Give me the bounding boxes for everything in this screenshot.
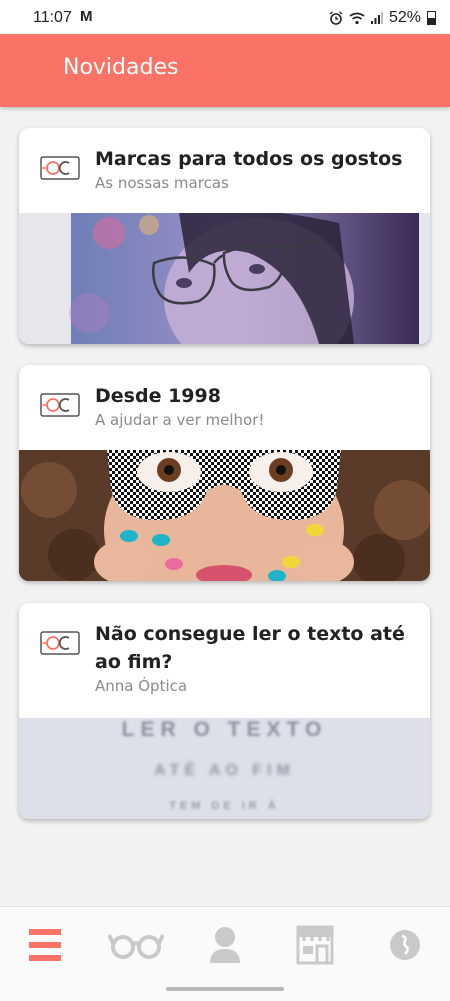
optica-logo-icon — [40, 393, 80, 417]
nav-glasses[interactable] — [107, 923, 165, 967]
card-title: Desde 1998 — [95, 385, 221, 407]
profile-icon — [210, 927, 240, 963]
optica-logo-icon — [40, 156, 80, 180]
card-title: Não consegue ler o texto até ao fim? — [95, 623, 405, 673]
card-title: Marcas para todos os gostos — [95, 148, 403, 170]
card-subtitle: A ajudar a ver melhor! — [95, 411, 265, 429]
nav-store[interactable] — [290, 923, 340, 967]
mail-icon: M — [80, 8, 93, 25]
store-icon — [296, 925, 334, 965]
info-icon — [390, 930, 420, 960]
home-indicator — [166, 987, 284, 991]
battery-icon — [427, 11, 436, 25]
status-icons: 52% — [329, 9, 436, 27]
signal-icon — [370, 12, 383, 24]
checkered-glasses-image — [19, 450, 430, 581]
app-bar: Novidades — [0, 34, 450, 107]
news-card[interactable]: Desde 1998 A ajudar a ver melhor! — [19, 365, 430, 581]
status-time: 11:07 — [33, 9, 72, 26]
image-text-line: TEM DE IR À — [169, 800, 280, 812]
card-subtitle: As nossas marcas — [95, 174, 229, 192]
optica-logo-icon — [40, 631, 80, 655]
woman-with-glasses-image — [19, 213, 430, 344]
image-text-line: ATÉ AO FIM — [154, 762, 295, 779]
image-text-line: LER O TEXTO — [121, 718, 328, 741]
nav-info[interactable] — [380, 923, 430, 967]
menu-icon — [29, 929, 61, 961]
nav-menu[interactable] — [20, 923, 70, 967]
wifi-icon — [349, 12, 365, 24]
status-bar: 11:07 M 52% — [0, 0, 450, 34]
news-card[interactable]: Não consegue ler o texto até ao fim? Ann… — [19, 603, 430, 819]
page-title: Novidades — [63, 55, 179, 80]
blurred-text-image: LER O TEXTO ATÉ AO FIM TEM DE IR À — [19, 718, 430, 819]
battery-percent: 52% — [388, 9, 421, 26]
glasses-icon — [107, 934, 165, 959]
card-subtitle: Anna Óptica — [95, 677, 188, 695]
alarm-icon — [329, 11, 343, 25]
nav-profile[interactable] — [200, 923, 250, 967]
news-card[interactable]: Marcas para todos os gostos As nossas ma… — [19, 128, 430, 344]
